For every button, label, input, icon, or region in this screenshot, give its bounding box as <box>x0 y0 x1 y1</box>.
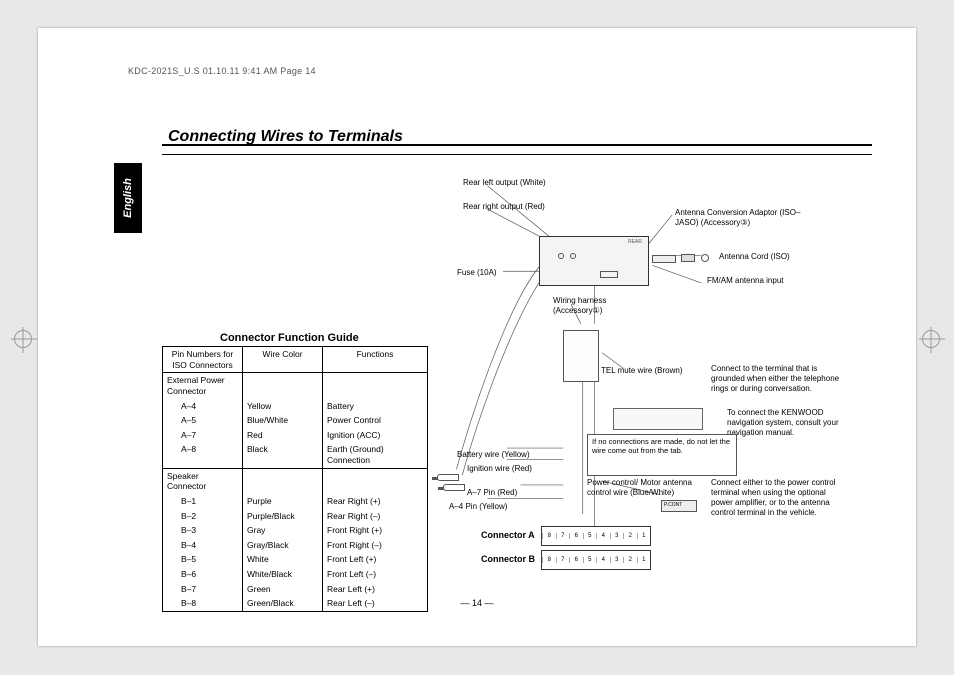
table-row: A–4YellowBattery <box>163 399 428 414</box>
connector-pin: 2 <box>623 557 637 563</box>
lbl-fuse: Fuse (10A) <box>457 268 497 278</box>
table-row: B–4Gray/BlackFront Right (–) <box>163 538 428 553</box>
connector-function-table: Pin Numbers for ISO Connectors Wire Colo… <box>162 346 428 612</box>
lbl-conn-a: Connector A <box>481 530 535 540</box>
iso-jaso-adaptor <box>681 254 695 262</box>
table-group-heading: External Power Connector <box>163 373 243 399</box>
rca-jack-right <box>570 253 576 259</box>
lbl-harness: Wiring harness (Accessory①) <box>553 296 633 316</box>
connector-pin: 7 <box>556 533 570 539</box>
th-func: Functions <box>323 347 428 373</box>
lbl-battery: Battery wire (Yellow) <box>457 450 530 460</box>
wiring-diagram: Rear left output (White) Rear right outp… <box>443 178 872 586</box>
connector-pin: 4 <box>596 557 610 563</box>
pcont-tag <box>661 500 697 512</box>
connector-pin: 8 <box>542 533 556 539</box>
connector-pin: 2 <box>623 533 637 539</box>
page-number: — 14 — <box>38 598 916 608</box>
lbl-tel-mute: TEL mute wire (Brown) <box>601 366 683 376</box>
connector-a-block: 87654321 <box>541 526 651 546</box>
note-nav: To connect the KENWOOD navigation system… <box>727 408 857 438</box>
connector-pin: 6 <box>569 533 583 539</box>
table-row: B–7GreenRear Left (+) <box>163 582 428 597</box>
no-connection-warning: If no connections are made, do not let t… <box>587 434 737 476</box>
table-group-heading: Speaker Connector <box>163 468 243 494</box>
table-row: A–5Blue/WhitePower Control <box>163 413 428 428</box>
connector-pin: 3 <box>610 533 624 539</box>
lbl-antenna-cord: Antenna Cord (ISO) <box>719 252 790 262</box>
connector-pin: 1 <box>637 533 651 539</box>
lbl-conn-b: Connector B <box>481 554 535 564</box>
registration-mark-left <box>14 330 32 348</box>
registration-mark-right <box>922 330 940 348</box>
rca-jack-left <box>558 253 564 259</box>
antenna-socket <box>652 255 676 263</box>
th-pin: Pin Numbers for ISO Connectors <box>163 347 243 373</box>
connector-pin: 7 <box>556 557 570 563</box>
note-tel-mute: Connect to the terminal that is grounded… <box>711 364 841 394</box>
fuse-icon <box>600 271 618 278</box>
language-tab: English <box>114 163 142 233</box>
table-title: Connector Function Guide <box>220 332 359 344</box>
table-row: B–2Purple/BlackRear Right (–) <box>163 509 428 524</box>
connector-pin: 5 <box>583 557 597 563</box>
connector-pin: 3 <box>610 557 624 563</box>
lbl-antenna-adaptor: Antenna Conversion Adaptor (ISO–JASO) (A… <box>675 208 805 228</box>
manual-page: KDC-2021S_U.S 01.10.11 9:41 AM Page 14 C… <box>38 28 916 646</box>
connector-pin: 4 <box>596 533 610 539</box>
head-unit-rear <box>539 236 649 286</box>
lbl-ignition: Ignition wire (Red) <box>467 464 532 474</box>
print-header: KDC-2021S_U.S 01.10.11 9:41 AM Page 14 <box>128 66 316 76</box>
title-rule-thin <box>162 154 872 155</box>
connector-b-block: 87654321 <box>541 550 651 570</box>
lbl-rear-right: Rear right output (Red) <box>463 202 545 212</box>
lbl-pc-wire: Power control/ Motor antenna control wir… <box>587 478 697 498</box>
lbl-fmam: FM/AM antenna input <box>707 276 783 286</box>
table-row: B–3GrayFront Right (+) <box>163 523 428 538</box>
connector-pin: 6 <box>569 557 583 563</box>
th-color: Wire Color <box>243 347 323 373</box>
rca-plug-white <box>437 474 459 481</box>
title-rule-thick <box>162 144 872 146</box>
table-row: B–5WhiteFront Left (+) <box>163 552 428 567</box>
antenna-cord-plug <box>701 254 709 262</box>
table-row: B–1PurpleRear Right (+) <box>163 494 428 509</box>
table-row: B–6White/BlackFront Left (–) <box>163 567 428 582</box>
wiring-harness-block <box>563 330 599 382</box>
connector-pin: 1 <box>637 557 651 563</box>
table-row: A–7RedIgnition (ACC) <box>163 428 428 443</box>
note-pc: Connect either to the power control term… <box>711 478 841 518</box>
connector-pin: 8 <box>542 557 556 563</box>
rca-plug-red <box>443 484 465 491</box>
lbl-a4: A–4 Pin (Yellow) <box>449 502 507 512</box>
lbl-a7: A–7 Pin (Red) <box>467 488 517 498</box>
lbl-rear-left: Rear left output (White) <box>463 178 546 188</box>
connector-pin: 5 <box>583 533 597 539</box>
table-row: A–8BlackEarth (Ground) Connection <box>163 442 428 468</box>
navigation-connector <box>613 408 703 430</box>
